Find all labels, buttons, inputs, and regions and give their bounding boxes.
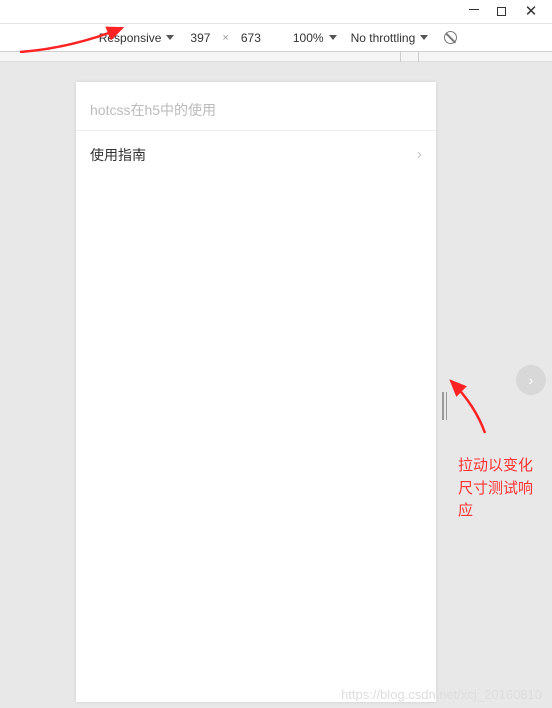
throttling-label: No throttling xyxy=(351,31,416,45)
zoom-label: 100% xyxy=(293,31,324,45)
ruler xyxy=(0,52,552,62)
next-button[interactable]: › xyxy=(516,365,546,395)
viewport-area: hotcss在h5中的使用 使用指南 › xyxy=(0,62,552,708)
viewport-height-input[interactable] xyxy=(235,31,267,45)
annotation-text: 拉动以变化尺寸测试响应 xyxy=(458,455,546,523)
dropdown-icon xyxy=(166,35,174,40)
window-maximize-button[interactable] xyxy=(497,7,506,16)
chevron-right-icon: › xyxy=(417,146,422,164)
device-mode-dropdown[interactable]: Responsive xyxy=(95,31,179,45)
resize-handle[interactable] xyxy=(442,392,450,420)
devtools-toolbar: Responsive × 100% No throttling xyxy=(0,24,552,52)
page-title: hotcss在h5中的使用 xyxy=(76,82,436,131)
zoom-dropdown[interactable]: 100% xyxy=(289,31,341,45)
chevron-right-icon: › xyxy=(529,372,534,388)
window-minimize-button[interactable] xyxy=(469,9,479,10)
guide-label: 使用指南 xyxy=(90,145,146,165)
device-frame: hotcss在h5中的使用 使用指南 › xyxy=(76,82,436,702)
viewport-width-input[interactable] xyxy=(184,31,216,45)
dropdown-icon xyxy=(420,35,428,40)
throttling-dropdown[interactable]: No throttling xyxy=(347,31,433,45)
guide-row[interactable]: 使用指南 › xyxy=(76,131,436,179)
rotate-icon[interactable] xyxy=(444,31,457,44)
dropdown-icon xyxy=(329,35,337,40)
window-close-button[interactable]: ✕ xyxy=(524,5,538,19)
watermark: https://blog.csdn.net/xcj_20160810 xyxy=(341,687,542,702)
window-controls: ✕ xyxy=(0,0,552,24)
device-mode-label: Responsive xyxy=(99,31,162,45)
dimension-separator: × xyxy=(222,32,228,44)
